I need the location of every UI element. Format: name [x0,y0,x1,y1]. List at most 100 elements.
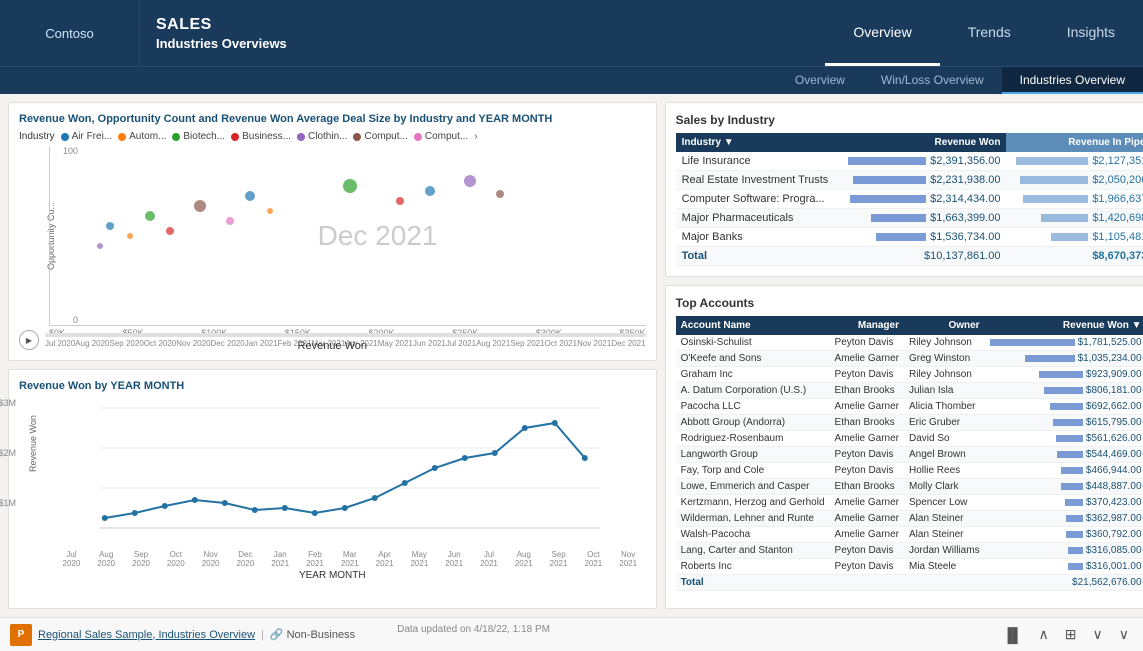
cell-account-name: O'Keefe and Sons [676,351,830,367]
footer-report-link[interactable]: Regional Sales Sample, Industries Overvi… [38,629,255,641]
line-chart-card: Revenue Won by YEAR MONTH $3M $2M $1M Re… [8,369,657,609]
col-industry[interactable]: Industry ▼ [676,133,839,152]
col-pipeline[interactable]: Revenue In Pipeline [1006,133,1143,152]
footer-expand-btn[interactable]: ∨ [1115,624,1133,645]
cell-owner: Spencer Low [904,495,985,511]
cell-rev-won: $448,887.00 [985,479,1143,495]
industry-filter-row: Industry Air Frei... Autom... Biotech...… [19,131,646,142]
cell-account-name: Pacocha LLC [676,399,830,415]
scatter-x-title: Revenue Won [19,340,646,352]
cell-account-name: Rodriguez-Rosenbaum [676,431,830,447]
cell-account-name: Walsh-Pacocha [676,527,830,543]
cell-owner: Mia Steele [904,559,985,575]
playback-track[interactable] [45,333,646,337]
cell-rev-won: $360,792.00 [985,527,1143,543]
sales-by-industry-card: Sales by Industry Industry ▼ Revenue Won… [665,102,1143,277]
subtab-industries[interactable]: Industries Overview [1002,67,1143,94]
cell-industry: Major Banks [676,228,839,247]
scatter-chart-title: Revenue Won, Opportunity Count and Reven… [19,113,646,125]
cell-revenue-won: $2,231,938.00 [838,171,1006,190]
footer-left: P Regional Sales Sample, Industries Over… [10,624,550,646]
cell-account-name: Lang, Carter and Stanton [676,543,830,559]
table-row: Roberts Inc Peyton Davis Mia Steele $316… [676,559,1143,575]
top-nav: Contoso SALES Industries Overviews Overv… [0,0,1143,66]
footer: P Regional Sales Sample, Industries Over… [0,617,1143,651]
line-chart-title: Revenue Won by YEAR MONTH [19,380,646,392]
cell-industry: Total [676,247,839,266]
cell-industry: Life Insurance [676,152,839,171]
table-row: Real Estate Investment Trusts $2,231,938… [676,171,1143,190]
table-row: Walsh-Pacocha Amelie Garner Alan Steiner… [676,527,1143,543]
sales-by-industry-title: Sales by Industry [676,113,1143,127]
cell-manager: Peyton Davis [830,367,904,383]
filter-more-arrow[interactable]: › [474,131,477,142]
cell-rev-won: $806,181.00 [985,383,1143,399]
table-row: Lang, Carter and Stanton Peyton Davis Jo… [676,543,1143,559]
cell-owner: Julian Isla [904,383,985,399]
tab-trends[interactable]: Trends [940,0,1039,66]
footer-right: ▐▌ ∧ ⊞ ∨ ∨ [999,624,1133,645]
col-account-name[interactable]: Account Name [676,316,830,335]
filter-item-7: Comput... [414,131,468,142]
cell-owner: David So [904,431,985,447]
cell-manager: Amelie Garner [830,399,904,415]
table-row: Pacocha LLC Amelie Garner Alicia Thomber… [676,399,1143,415]
cell-manager: Ethan Brooks [830,415,904,431]
filter-item-5: Clothin... [297,131,347,142]
cell-revenue-won: $10,137,861.00 [838,247,1006,266]
cell-manager: Peyton Davis [830,463,904,479]
table-row: Computer Software: Progra... $2,314,434.… [676,190,1143,209]
cell-revenue-won: $1,663,399.00 [838,209,1006,228]
cell-pipeline: $2,127,351.00 [1006,152,1143,171]
cell-manager: Peyton Davis [830,559,904,575]
cell-account-name: Roberts Inc [676,559,830,575]
table-row: Major Banks $1,536,734.00 $1,105,481.00 … [676,228,1143,247]
tab-insights[interactable]: Insights [1039,0,1143,66]
subtab-overview[interactable]: Overview [777,67,863,94]
footer-up-btn[interactable]: ∧ [1035,624,1053,645]
table-row: Wilderman, Lehner and Runte Amelie Garne… [676,511,1143,527]
cell-owner: Greg Winston [904,351,985,367]
tab-overview[interactable]: Overview [825,0,939,66]
table-row: Total $10,137,861.00 $8,670,373.00 56.7%… [676,247,1143,266]
cell-owner: Jordan Williams [904,543,985,559]
accounts-table-container[interactable]: Account Name Manager Owner Revenue Won ▼… [676,316,1143,591]
cell-owner: Molly Clark [904,479,985,495]
nav-title-main: SALES [156,16,825,34]
col-rev-won[interactable]: Revenue Won ▼ [985,316,1143,335]
nav-tabs: Overview Trends Insights [825,0,1143,66]
cell-manager: Peyton Davis [830,335,904,351]
cell-owner [904,575,985,591]
table-row: A. Datum Corporation (U.S.) Ethan Brooks… [676,383,1143,399]
cell-rev-won: $561,626.00 [985,431,1143,447]
footer-chart-btn[interactable]: ▐▌ [999,625,1027,645]
cell-manager: Peyton Davis [830,447,904,463]
accounts-table: Account Name Manager Owner Revenue Won ▼… [676,316,1143,591]
cell-rev-won: $466,944.00 [985,463,1143,479]
filter-item-4: Business... [231,131,291,142]
cell-rev-won: $615,795.00 [985,415,1143,431]
table-row: Total $21,562,676.00 $17,981.63K [676,575,1143,591]
col-owner[interactable]: Owner [904,316,985,335]
cell-revenue-won: $1,536,734.00 [838,228,1006,247]
line-chart-x-labels: Jul2020 Aug2020 Sep2020 Oct2020 Nov2020 … [54,550,646,568]
filter-item-1: Air Frei... [61,131,113,142]
cell-manager: Amelie Garner [830,527,904,543]
nav-logo: Contoso [0,0,140,66]
subtab-winloss[interactable]: Win/Loss Overview [863,67,1002,94]
cell-rev-won: $923,909.00 [985,367,1143,383]
right-panel: Sales by Industry Industry ▼ Revenue Won… [665,94,1143,617]
footer-grid-btn[interactable]: ⊞ [1061,624,1081,645]
col-manager[interactable]: Manager [830,316,904,335]
table-row: Major Pharmaceuticals $1,663,399.00 $1,4… [676,209,1143,228]
main-content: Revenue Won, Opportunity Count and Reven… [0,94,1143,617]
col-revenue-won[interactable]: Revenue Won [838,133,1006,152]
footer-down-btn[interactable]: ∨ [1089,624,1107,645]
filter-item-2: Autom... [118,131,166,142]
cell-industry: Real Estate Investment Trusts [676,171,839,190]
cell-manager: Amelie Garner [830,511,904,527]
tag-label: Non-Business [287,629,355,641]
cell-account-name: Langworth Group [676,447,830,463]
cell-rev-won: $362,987.00 [985,511,1143,527]
cell-rev-won: $1,781,525.00 [985,335,1143,351]
